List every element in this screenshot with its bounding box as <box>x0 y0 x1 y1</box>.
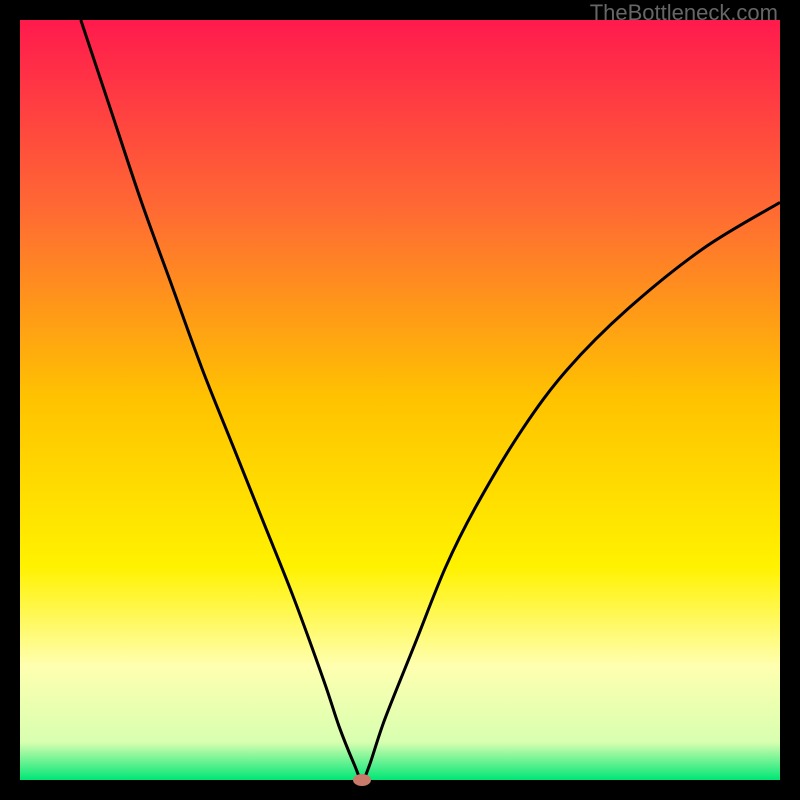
bottleneck-curve <box>20 20 780 780</box>
watermark-text: TheBottleneck.com <box>590 0 778 26</box>
chart-container: TheBottleneck.com <box>0 0 800 800</box>
optimal-point-marker <box>353 774 371 786</box>
plot-area <box>20 20 780 780</box>
